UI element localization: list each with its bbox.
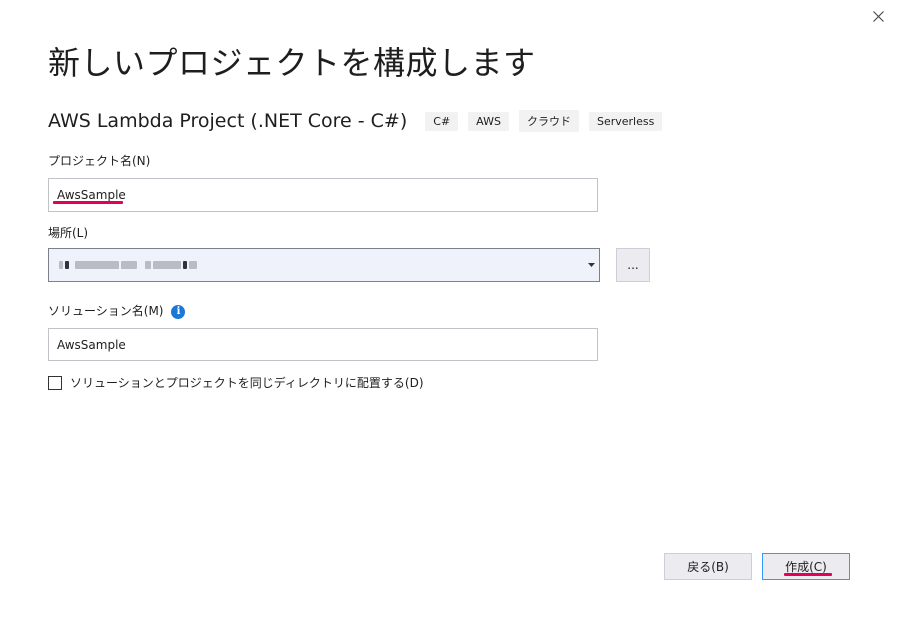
create-button-highlight [784,573,832,576]
close-button[interactable] [868,6,888,26]
tag-aws: AWS [468,111,509,131]
template-header: AWS Lambda Project (.NET Core - C#) C# A… [48,110,672,132]
project-name-input[interactable]: AwsSample [48,178,598,212]
info-icon[interactable]: i [171,304,186,319]
same-directory-checkbox[interactable] [48,375,62,390]
same-directory-label: ソリューションとプロジェクトを同じディレクトリに配置する(D) [70,376,424,390]
tag-csharp: C# [425,111,459,131]
close-icon [872,10,884,22]
location-label: 場所(L) [48,226,89,240]
project-name-highlight [53,201,123,204]
configure-project-dialog: 新しいプロジェクトを構成します AWS Lambda Project (.NET… [0,0,900,624]
solution-name-label: ソリューション名(M) [48,304,164,318]
tag-cloud: クラウド [518,110,579,132]
tag-serverless: Serverless [588,111,663,131]
chevron-down-icon[interactable] [583,249,599,281]
project-name-value: AwsSample [57,188,126,202]
page-title: 新しいプロジェクトを構成します [48,44,536,82]
location-value-obscured [49,261,583,269]
browse-button[interactable]: ... [616,248,650,282]
location-combobox[interactable] [48,248,600,282]
same-directory-option[interactable]: ソリューションとプロジェクトを同じディレクトリに配置する(D) [48,374,424,391]
solution-name-input[interactable]: AwsSample [48,328,598,361]
back-button[interactable]: 戻る(B) [664,553,752,580]
project-name-label: プロジェクト名(N) [48,154,151,168]
template-name: AWS Lambda Project (.NET Core - C#) [48,110,408,132]
solution-name-value: AwsSample [57,337,126,352]
solution-name-label-row: ソリューション名(M) i [48,302,186,319]
